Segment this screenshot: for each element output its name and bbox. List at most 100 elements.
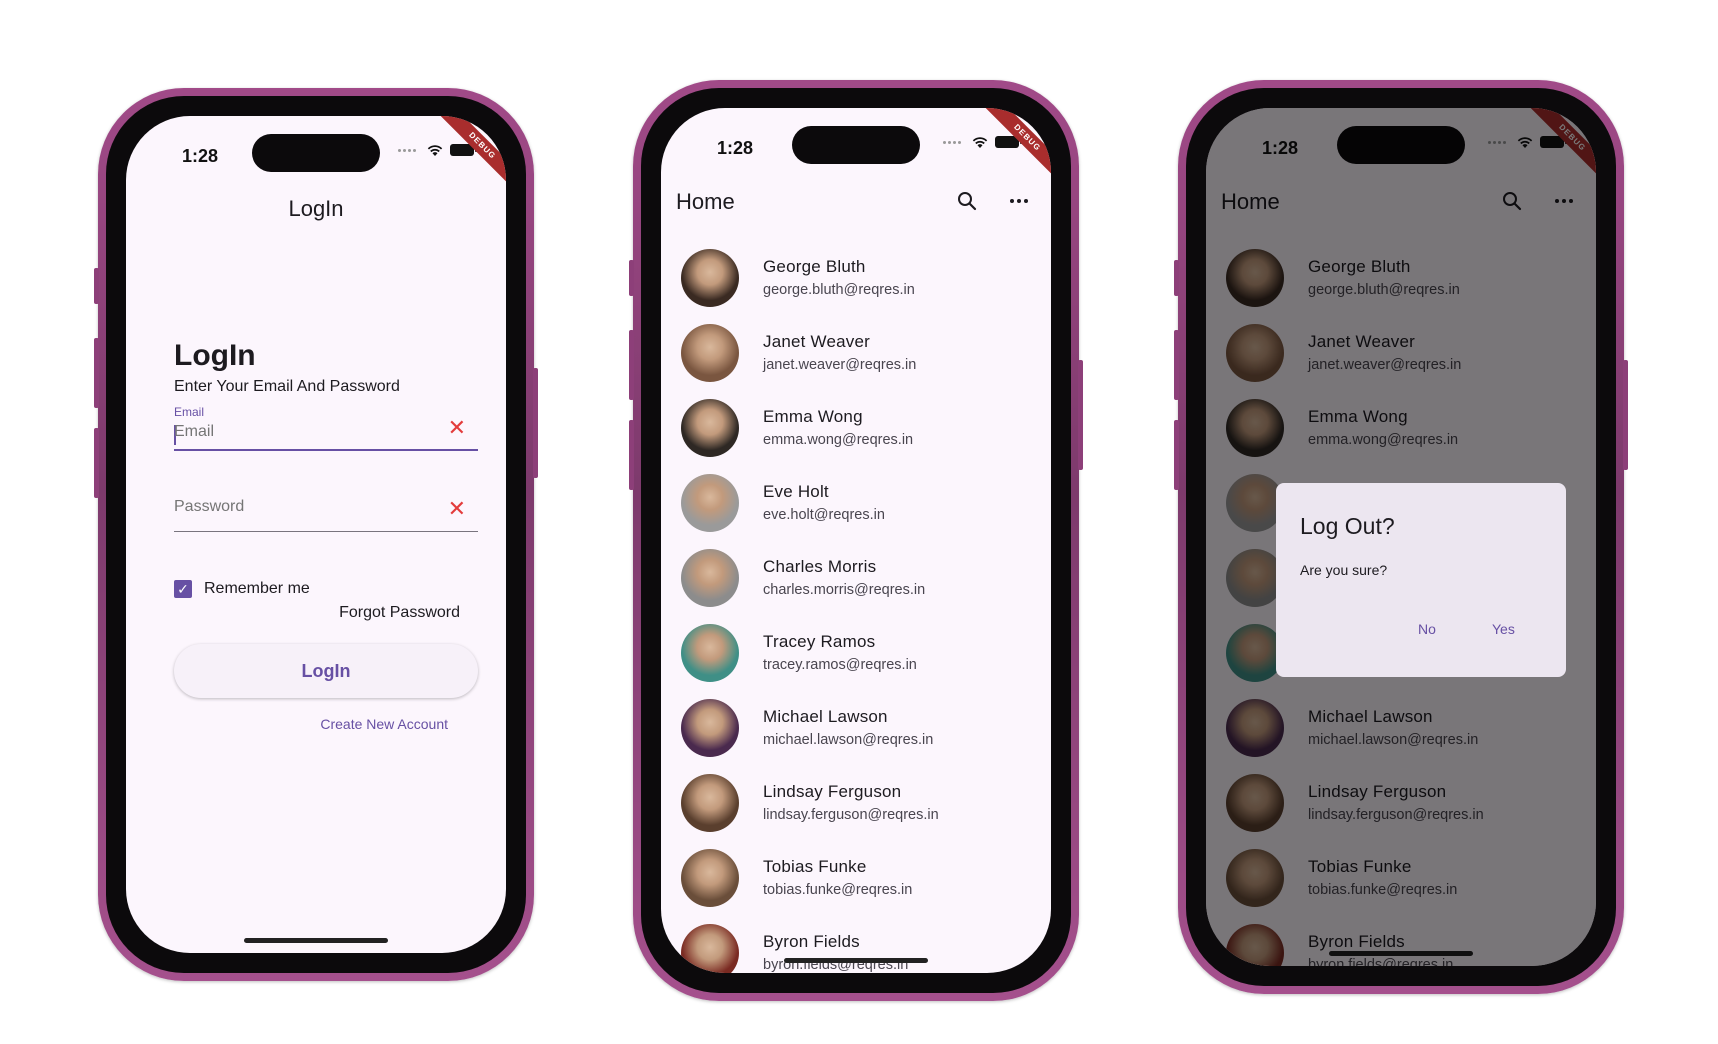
user-text: Michael Lawson michael.lawson@reqres.in bbox=[763, 707, 933, 748]
remember-checkbox[interactable]: ✓ bbox=[174, 580, 192, 598]
user-list: George Bluth george.bluth@reqres.in Janet … bbox=[681, 240, 1051, 973]
avatar bbox=[681, 698, 739, 757]
avatar bbox=[681, 848, 739, 907]
status-icons bbox=[943, 135, 1022, 149]
user-list-item[interactable]: Eve Holt eve.holt@reqres.in bbox=[681, 465, 1051, 540]
user-list-item[interactable]: Tracey Ramos tracey.ramos@reqres.in bbox=[681, 615, 1051, 690]
email-input[interactable] bbox=[174, 423, 444, 441]
app-bar: Home bbox=[676, 183, 1031, 223]
user-name: Janet Weaver bbox=[763, 332, 870, 351]
side-button bbox=[629, 260, 634, 296]
user-name: Tobias Funke bbox=[763, 857, 867, 876]
clear-password-icon[interactable]: ✕ bbox=[448, 496, 466, 522]
user-text: Eve Holt eve.holt@reqres.in bbox=[763, 482, 885, 523]
create-account-link[interactable]: Create New Account bbox=[320, 716, 448, 732]
user-text: Tobias Funke tobias.funke@reqres.in bbox=[763, 857, 912, 898]
home-indicator bbox=[244, 938, 388, 943]
bezel: 1:28 DEBUG Home George Bluthgeorge.bluth… bbox=[641, 88, 1071, 993]
avatar bbox=[681, 398, 739, 457]
phone-home: 1:28 DEBUG Home George Bluth george.bluth… bbox=[629, 80, 1083, 1001]
user-email: tobias.funke@reqres.in bbox=[763, 882, 913, 898]
remember-me-row[interactable]: ✓ Remember me bbox=[174, 580, 310, 598]
user-list-item[interactable]: Lindsay Ferguson lindsay.ferguson@reqres.… bbox=[681, 765, 1051, 840]
user-list-item[interactable]: Byron Fieldsbyron.fields@reqres.in bbox=[681, 915, 1051, 973]
wifi-icon bbox=[972, 137, 988, 148]
home-screen-dimmed: 1:28 DEBUG Home George Bluthgeorge.bluth… bbox=[1206, 108, 1596, 966]
user-email: charles.morris@reqres.in bbox=[763, 582, 926, 598]
login-screen: 1:28 DEBUG LogIn LogIn Enter Your Email … bbox=[126, 116, 506, 953]
user-name: George Bluth bbox=[763, 257, 866, 276]
user-email: tracey.ramos@reqres.in bbox=[763, 657, 917, 673]
page-title: LogIn bbox=[174, 339, 256, 372]
user-email: lindsay.ferguson@reqres.in bbox=[763, 807, 939, 823]
password-underline bbox=[174, 531, 478, 532]
power-button bbox=[1078, 360, 1083, 470]
volume-up-button bbox=[629, 330, 634, 400]
user-list-item[interactable]: Emma Wong emma.wong@reqres.in bbox=[681, 390, 1051, 465]
power-button bbox=[533, 368, 538, 478]
forgot-password-link[interactable]: Forgot Password bbox=[339, 604, 460, 622]
logout-dialog: Log Out? Are you sure? No Yes bbox=[1276, 483, 1566, 677]
user-name: Tracey Ramos bbox=[763, 632, 876, 651]
avatar bbox=[681, 548, 739, 607]
wifi-icon bbox=[427, 145, 443, 156]
home-screen: 1:28 DEBUG Home George Bluth george.bluth… bbox=[661, 108, 1051, 973]
status-time: 1:28 bbox=[182, 146, 219, 166]
volume-down-button bbox=[94, 428, 99, 498]
user-text: Charles Morris charles.morris@reqres.in bbox=[763, 557, 925, 598]
clear-email-icon[interactable]: ✕ bbox=[448, 415, 466, 441]
side-button bbox=[1174, 260, 1179, 296]
volume-up-button bbox=[1174, 330, 1179, 400]
signal-dots-icon bbox=[398, 148, 416, 152]
user-text: Tracey Ramos tracey.ramos@reqres.in bbox=[763, 632, 917, 673]
password-input[interactable] bbox=[174, 498, 444, 516]
phone-login: 1:28 DEBUG LogIn LogIn Enter Your Email … bbox=[94, 88, 538, 981]
email-field[interactable]: Email ✕ bbox=[174, 405, 478, 453]
user-email: janet.weaver@reqres.in bbox=[763, 357, 917, 373]
search-icon[interactable] bbox=[955, 189, 979, 213]
side-button bbox=[94, 268, 99, 304]
user-list-item[interactable]: George Bluth george.bluth@reqres.in bbox=[681, 240, 1051, 315]
page-title: Home bbox=[676, 189, 735, 214]
user-text: Janet Weaver janet.weaver@reqres.in bbox=[763, 332, 916, 373]
user-text: George Bluth george.bluth@reqres.in bbox=[763, 257, 915, 298]
user-list-item[interactable]: Michael Lawson michael.lawson@reqres.in bbox=[681, 690, 1051, 765]
avatar bbox=[681, 323, 739, 382]
user-list-item[interactable]: Tobias Funke tobias.funke@reqres.in bbox=[681, 840, 1051, 915]
volume-down-button bbox=[1174, 420, 1179, 490]
user-text: Lindsay Ferguson lindsay.ferguson@reqres.… bbox=[763, 782, 939, 823]
avatar bbox=[681, 248, 739, 307]
status-icons bbox=[398, 143, 477, 157]
dialog-message: Are you sure? bbox=[1300, 562, 1388, 578]
status-time: 1:28 bbox=[717, 138, 754, 158]
user-email: eve.holt@reqres.in bbox=[763, 507, 885, 523]
dialog-yes-button[interactable]: Yes bbox=[1488, 619, 1519, 639]
password-field[interactable]: ✕ bbox=[174, 488, 478, 536]
dynamic-island bbox=[792, 126, 920, 164]
signal-dots-icon bbox=[943, 140, 961, 144]
avatar bbox=[681, 923, 739, 973]
user-email: emma.wong@reqres.in bbox=[763, 432, 914, 448]
user-email: michael.lawson@reqres.in bbox=[763, 732, 934, 748]
home-indicator bbox=[784, 958, 928, 963]
phone-logout-dialog: 1:28 DEBUG Home George Bluthgeorge.bluth… bbox=[1174, 80, 1628, 994]
bezel: 1:28 DEBUG LogIn LogIn Enter Your Email … bbox=[106, 96, 526, 973]
volume-up-button bbox=[94, 338, 99, 408]
more-options-icon[interactable] bbox=[1007, 189, 1031, 213]
login-button[interactable]: LogIn bbox=[174, 644, 478, 698]
power-button bbox=[1623, 360, 1628, 470]
user-email: george.bluth@reqres.in bbox=[763, 282, 915, 298]
avatar bbox=[681, 773, 739, 832]
email-underline bbox=[174, 449, 478, 451]
appbar-title: LogIn bbox=[288, 196, 344, 221]
dialog-no-button[interactable]: No bbox=[1414, 619, 1440, 639]
avatar bbox=[681, 623, 739, 682]
dialog-title: Log Out? bbox=[1300, 513, 1395, 539]
user-name: Lindsay Ferguson bbox=[763, 782, 902, 801]
remember-label: Remember me bbox=[204, 580, 310, 597]
user-list-item[interactable]: Janet Weaver janet.weaver@reqres.in bbox=[681, 315, 1051, 390]
user-list-item[interactable]: Charles Morris charles.morris@reqres.in bbox=[681, 540, 1051, 615]
user-name: Eve Holt bbox=[763, 482, 829, 501]
page-subtitle: Enter Your Email And Password bbox=[174, 378, 400, 395]
user-name: Emma Wong bbox=[763, 407, 863, 426]
